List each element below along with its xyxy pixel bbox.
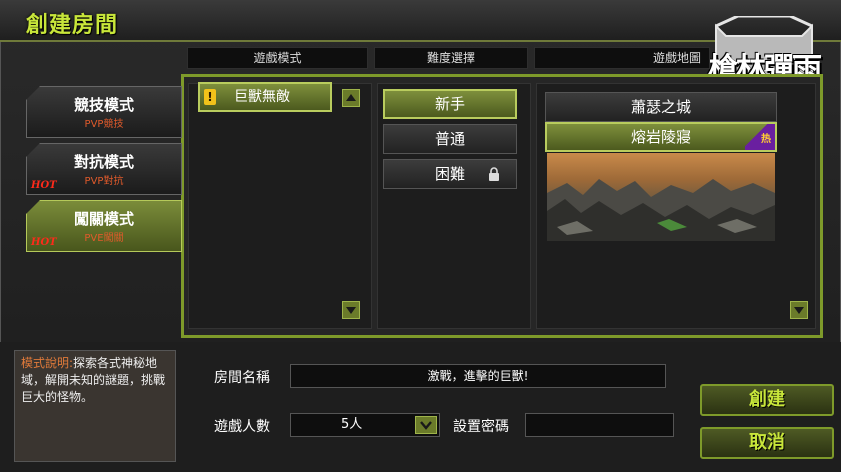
- game-mode-label: 巨獸無敵: [234, 89, 290, 105]
- room-name-label: 房間名稱: [214, 370, 270, 386]
- tab-label: 闖關模式: [73, 210, 134, 228]
- lock-icon: [489, 167, 499, 181]
- password-label: 設置密碼: [453, 419, 509, 435]
- mode-list: [188, 83, 372, 329]
- cancel-button[interactable]: 取消: [700, 427, 834, 459]
- map-label: 熔岩陵寢: [630, 128, 691, 146]
- tab-challenge-mode[interactable]: 闖關模式 PVE闖關 HOT: [26, 200, 182, 252]
- warning-icon: !: [204, 89, 216, 105]
- chevron-down-icon: [420, 421, 432, 430]
- difficulty-hard[interactable]: 困難: [383, 159, 517, 189]
- mode-scroll-down-button[interactable]: [342, 301, 360, 319]
- password-input[interactable]: [525, 413, 674, 437]
- players-value: 5人: [341, 417, 363, 432]
- column-header-mode: 遊戲模式: [187, 47, 368, 69]
- difficulty-hard-label: 困難: [434, 165, 465, 183]
- map-item-xiaose-city[interactable]: 蕭瑟之城: [545, 92, 777, 122]
- tab-label: 對抗模式: [73, 153, 134, 171]
- difficulty-normal[interactable]: 普通: [383, 124, 517, 154]
- map-preview-image: [547, 153, 775, 241]
- dialog-title: 創建房間: [26, 13, 119, 38]
- players-dropdown-button[interactable]: [415, 416, 437, 434]
- difficulty-list: [377, 83, 531, 329]
- game-mode-item[interactable]: ! 巨獸無敵: [198, 82, 332, 112]
- hot-badge: HOT: [31, 237, 57, 248]
- hot-badge: HOT: [31, 180, 57, 191]
- players-label: 遊戲人數: [214, 419, 270, 435]
- triangle-down-icon: [794, 307, 804, 314]
- description-label: 模式說明:: [21, 356, 74, 370]
- tab-sublabel: PVP競技: [84, 119, 124, 130]
- players-select[interactable]: 5人: [290, 413, 440, 437]
- tab-versus-mode[interactable]: 對抗模式 PVP對抗 HOT: [26, 143, 182, 195]
- column-header-difficulty: 難度選擇: [374, 47, 528, 69]
- tab-label: 競技模式: [73, 96, 134, 114]
- mode-scroll-up-button[interactable]: [342, 89, 360, 107]
- map-item-lava-tomb[interactable]: 熔岩陵寢 热: [545, 122, 777, 152]
- map-scroll-down-button[interactable]: [790, 301, 808, 319]
- map-thumbnail: [547, 179, 775, 241]
- column-header-map: 遊戲地圖: [534, 47, 710, 69]
- room-name-input[interactable]: 激戰，進擊的巨獸!: [290, 364, 666, 388]
- mode-description: 模式說明:探索各式神秘地域，解開未知的謎題，挑戰巨大的怪物。: [14, 350, 176, 462]
- triangle-down-icon: [346, 307, 356, 314]
- tab-competitive-mode[interactable]: 競技模式 PVP競技: [26, 86, 182, 138]
- triangle-up-icon: [346, 94, 356, 101]
- hot-map-badge: 热: [745, 124, 775, 150]
- create-button[interactable]: 創建: [700, 384, 834, 416]
- difficulty-novice[interactable]: 新手: [383, 89, 517, 119]
